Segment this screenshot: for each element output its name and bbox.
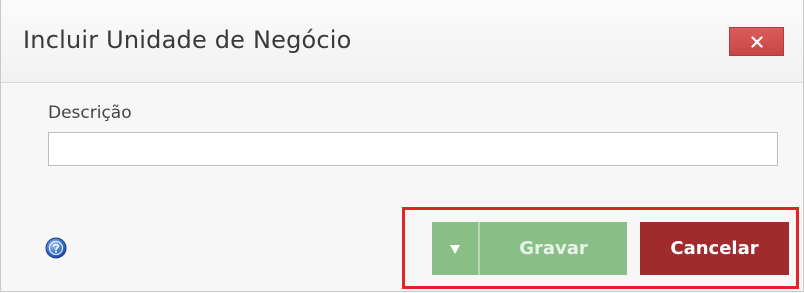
dialog-title: Incluir Unidade de Negócio	[23, 26, 352, 54]
dialog-title-bar: Incluir Unidade de Negócio	[1, 0, 803, 83]
close-button[interactable]	[729, 27, 784, 56]
descricao-input[interactable]	[48, 132, 778, 166]
descricao-label: Descrição	[48, 103, 132, 123]
help-icon[interactable]	[45, 237, 67, 259]
triangle-down-icon	[450, 244, 460, 254]
save-options-dropdown[interactable]	[432, 222, 478, 275]
close-icon	[750, 35, 763, 48]
cancel-button[interactable]: Cancelar	[640, 222, 789, 275]
save-button[interactable]: Gravar	[480, 222, 627, 275]
